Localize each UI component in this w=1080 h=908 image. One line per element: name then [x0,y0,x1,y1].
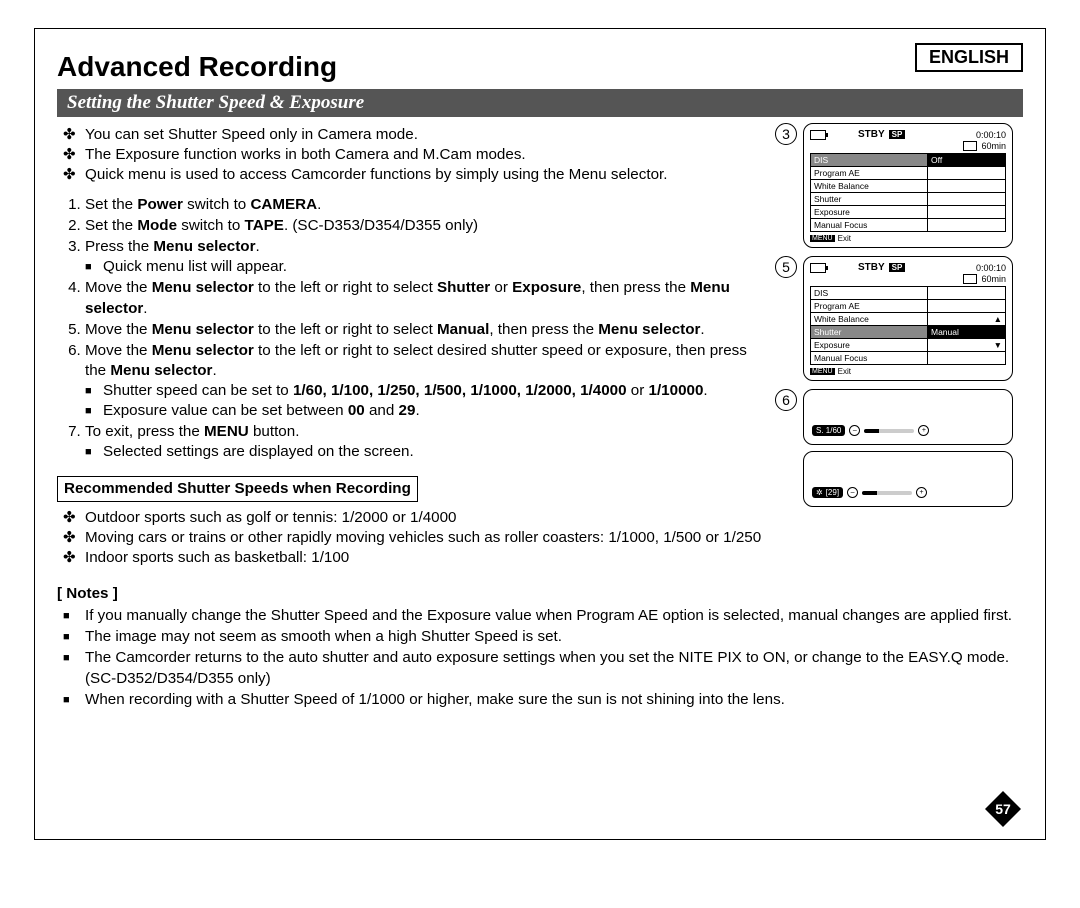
recommendation-item: Moving cars or trains or other rapidly m… [85,528,767,548]
page-number-badge: 57 [983,789,1023,829]
tape-remaining: 60min [981,141,1006,151]
stby-label: STBY [858,262,885,273]
note-item: If you manually change the Shutter Speed… [85,606,1023,626]
notes-list: If you manually change the Shutter Speed… [57,606,1023,709]
step: Move the Menu selector to the left or ri… [85,341,767,421]
minus-icon: – [847,487,858,498]
recommendation-item: Indoor sports such as basketball: 1/100 [85,548,767,568]
exit-label: Exit [838,367,851,376]
tape-icon [963,141,977,151]
minus-icon: – [849,425,860,436]
lcd-screen-6-exposure: ✲ [29] – + [803,451,1013,507]
time-label: 0:00:10 [976,130,1006,140]
note-item: The Camcorder returns to the auto shutte… [85,648,1023,688]
step-sub: Exposure value can be set between 00 and… [103,401,767,421]
sp-label: SP [889,263,906,272]
lcd-screen-6-shutter: S. 1/60 – + [803,389,1013,445]
step-sub: Quick menu list will appear. [103,257,767,277]
tape-icon [963,274,977,284]
page-number: 57 [983,801,1023,817]
recommendation-item: Outdoor sports such as golf or tennis: 1… [85,508,767,528]
aperture-icon: ✲ [816,488,823,497]
menu-tag-icon: MENU [810,368,835,375]
step: Press the Menu selector. Quick menu list… [85,237,767,277]
tape-remaining: 60min [981,274,1006,284]
intro-item: You can set Shutter Speed only in Camera… [85,125,767,145]
battery-icon [810,263,826,273]
intro-item: Quick menu is used to access Camcorder f… [85,165,767,185]
step: Set the Power switch to CAMERA. [85,195,767,215]
steps-list: Set the Power switch to CAMERA. Set the … [57,195,767,462]
recommendation-heading: Recommended Shutter Speeds when Recordin… [57,476,418,502]
shutter-value: S. 1/60 [812,425,845,436]
screen-illustrations: 3 STBY SP 0:00:10 60min DISOff Program A… [775,123,1023,578]
step: Move the Menu selector to the left or ri… [85,320,767,340]
sp-label: SP [889,130,906,139]
slider-track [862,491,912,495]
language-indicator: ENGLISH [915,43,1023,72]
intro-list: You can set Shutter Speed only in Camera… [57,125,767,185]
section-subtitle: Setting the Shutter Speed & Exposure [57,89,1023,117]
plus-icon: + [916,487,927,498]
exit-label: Exit [838,234,851,243]
battery-icon [810,130,826,140]
note-item: The image may not seem as smooth when a … [85,627,1023,647]
step-reference-3: 3 [775,123,797,145]
quick-menu: DIS Program AE White Balance▲ ShutterMan… [810,286,1006,365]
step: Move the Menu selector to the left or ri… [85,278,767,318]
menu-tag-icon: MENU [810,235,835,242]
quick-menu: DISOff Program AE White Balance Shutter … [810,153,1006,232]
exposure-value: ✲ [29] [812,487,843,498]
intro-item: The Exposure function works in both Came… [85,145,767,165]
main-text-column: You can set Shutter Speed only in Camera… [57,123,767,578]
step-reference-5: 5 [775,256,797,278]
step: To exit, press the MENU button. Selected… [85,422,767,462]
step-sub: Selected settings are displayed on the s… [103,442,767,462]
time-label: 0:00:10 [976,263,1006,273]
stby-label: STBY [858,129,885,140]
lcd-screen-3: STBY SP 0:00:10 60min DISOff Program AE … [803,123,1013,248]
recommendation-list: Outdoor sports such as golf or tennis: 1… [57,508,767,568]
manual-page: ENGLISH Advanced Recording Setting the S… [34,28,1046,840]
notes-heading: [ Notes ] [57,584,1023,604]
step-sub: Shutter speed can be set to 1/60, 1/100,… [103,381,767,401]
page-title: Advanced Recording [57,51,1023,83]
plus-icon: + [918,425,929,436]
step: Set the Mode switch to TAPE. (SC-D353/D3… [85,216,767,236]
slider-track [864,429,914,433]
note-item: When recording with a Shutter Speed of 1… [85,690,1023,710]
lcd-screen-5: STBY SP 0:00:10 60min DIS Program AE Whi… [803,256,1013,381]
step-reference-6: 6 [775,389,797,411]
